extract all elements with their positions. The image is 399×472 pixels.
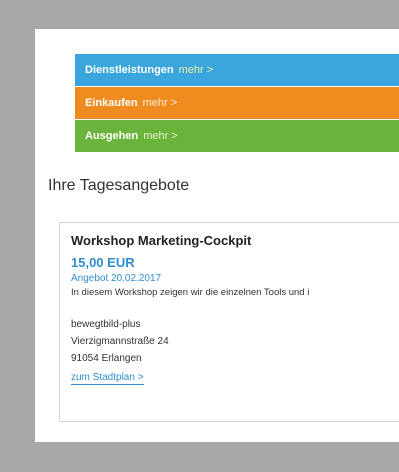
company-name: bewegtbild-plus [71, 319, 141, 330]
street-address: Vierzigmannstraße 24 [71, 336, 169, 347]
more-link[interactable]: mehr > [143, 97, 178, 109]
more-link[interactable]: mehr > [179, 64, 214, 76]
map-link[interactable]: zum Stadtplan > [71, 371, 144, 385]
category-bar-dienstleistungen[interactable]: Dienstleistungen mehr > [75, 54, 399, 86]
offer-card[interactable]: Workshop Marketing-Cockpit 15,00 EUR Ang… [59, 222, 399, 422]
city-address: 91054 Erlangen [71, 353, 142, 364]
category-bar-ausgehen[interactable]: Ausgehen mehr > [75, 120, 399, 152]
offer-date: Angebot 20.02.2017 [71, 273, 162, 284]
offer-description: In diesem Workshop zeigen wir die einzel… [71, 287, 310, 298]
section-title: Ihre Tagesangebote [48, 177, 190, 194]
offer-title[interactable]: Workshop Marketing-Cockpit [71, 233, 399, 248]
offer-price: 15,00 EUR [71, 255, 135, 270]
more-link[interactable]: mehr > [143, 130, 178, 142]
category-label: Ausgehen [85, 130, 139, 142]
category-label: Dienstleistungen [85, 64, 174, 76]
category-label: Einkaufen [85, 97, 138, 109]
category-bar-einkaufen[interactable]: Einkaufen mehr > [75, 87, 399, 119]
content-card: Dienstleistungen mehr > Einkaufen mehr >… [35, 29, 399, 442]
